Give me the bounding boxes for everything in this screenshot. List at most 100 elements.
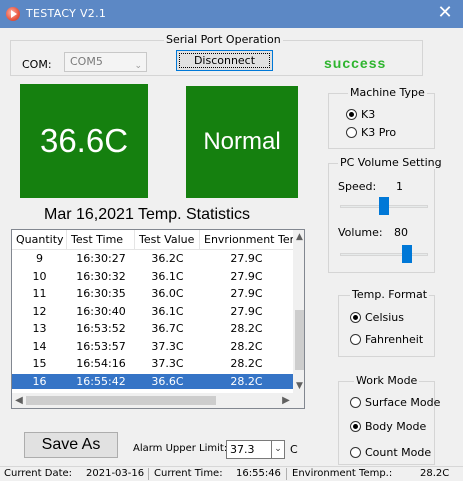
machine-type-group xyxy=(328,93,435,149)
radio-celsius-label: Celsius xyxy=(365,311,404,324)
vertical-scroll-thumb[interactable] xyxy=(295,310,304,370)
column-header-environment-temp[interactable]: Envrionment Ten xyxy=(200,230,293,250)
vertical-scrollbar[interactable]: ▲ ▼ xyxy=(293,230,304,393)
status-separator xyxy=(148,468,149,480)
radio-fahrenheit[interactable]: Fahrenheit xyxy=(350,333,423,346)
statistics-table[interactable]: Quantity Test Time Test Value Envrionmen… xyxy=(11,229,305,409)
table-row[interactable]: 16 16:55:42 36.6C 28.2C xyxy=(12,373,294,389)
volume-slider[interactable] xyxy=(340,245,428,263)
table-cell: 27.9C xyxy=(230,287,263,300)
radio-k3-pro[interactable]: K3 Pro xyxy=(346,126,396,139)
disconnect-button[interactable]: Disconnect xyxy=(176,50,273,71)
current-time-value: 16:55:46 xyxy=(236,468,281,479)
table-cell: 27.9C xyxy=(230,304,263,318)
radio-count-mode[interactable]: Count Mode xyxy=(350,446,431,459)
horizontal-scroll-thumb[interactable] xyxy=(26,396,216,405)
table-row[interactable]: 15 16:54:16 37.3C 28.2C xyxy=(12,356,294,371)
table-cell: 37.3C xyxy=(151,339,184,353)
save-as-button[interactable]: Save As xyxy=(24,432,118,458)
table-row[interactable]: 14 16:53:57 37.3C 28.2C xyxy=(12,339,294,354)
table-cell: 16:30:32 xyxy=(76,269,126,283)
volume-label: Volume: xyxy=(338,226,383,239)
work-mode-title: Work Mode xyxy=(354,374,420,387)
alarm-unit-label: C xyxy=(290,443,298,456)
speed-value: 1 xyxy=(396,180,403,193)
table-cell: 36.0C xyxy=(151,287,184,300)
table-cell: 16:53:52 xyxy=(76,322,126,335)
radio-celsius-indicator xyxy=(350,312,361,323)
table-cell: 16:30:35 xyxy=(76,287,126,300)
environment-temp-value: 28.2C xyxy=(420,468,450,479)
table-cell: 16 xyxy=(32,374,47,388)
scroll-up-icon[interactable]: ▲ xyxy=(293,230,304,244)
table-cell: 28.2C xyxy=(230,339,263,353)
close-icon[interactable]: ✕ xyxy=(435,3,455,23)
alarm-upper-limit-label: Alarm Upper Limit: xyxy=(133,443,228,454)
scrollbar-corner xyxy=(293,393,304,408)
column-header-test-value[interactable]: Test Value xyxy=(135,230,200,250)
current-date-value: 2021-03-16 xyxy=(86,468,145,479)
table-cell: 12 xyxy=(32,304,47,318)
volume-value: 80 xyxy=(394,226,408,239)
com-select-value: COM5 xyxy=(70,55,103,68)
radio-k3-pro-label: K3 Pro xyxy=(361,126,397,139)
volume-slider-track xyxy=(340,253,428,256)
temperature-display: 36.6C xyxy=(20,84,148,198)
window-title: TESTACY V2.1 xyxy=(26,7,107,20)
com-label: COM: xyxy=(22,58,52,71)
table-cell: 36.2C xyxy=(151,252,184,265)
alarm-dropdown-chevron-icon[interactable]: ⌄ xyxy=(272,440,285,459)
temp-format-group xyxy=(338,295,435,357)
scroll-left-icon[interactable]: ◀ xyxy=(12,393,26,408)
condition-display: Normal xyxy=(186,86,298,198)
volume-group-title: PC Volume Setting xyxy=(338,156,444,169)
table-row[interactable]: 11 16:30:35 36.0C 27.9C xyxy=(12,286,294,301)
table-cell: 16:30:27 xyxy=(76,252,126,265)
table-cell: 16:30:40 xyxy=(76,304,126,318)
speed-slider-thumb[interactable] xyxy=(379,197,389,215)
scroll-down-icon[interactable]: ▼ xyxy=(293,379,304,393)
com-select[interactable]: COM5 ⌄ xyxy=(64,52,147,72)
app-icon xyxy=(6,7,20,21)
radio-k3[interactable]: K3 xyxy=(346,108,375,121)
condition-value: Normal xyxy=(203,128,281,155)
machine-type-title: Machine Type xyxy=(348,86,427,99)
table-cell: 16:53:57 xyxy=(76,339,126,353)
radio-k3-label: K3 xyxy=(361,108,376,121)
horizontal-scrollbar[interactable]: ◀ ▶ xyxy=(12,393,293,408)
status-separator xyxy=(286,468,287,480)
table-cell: 37.3C xyxy=(151,357,184,370)
table-cell: 16:54:16 xyxy=(76,357,126,370)
table-row[interactable]: 12 16:30:40 36.1C 27.9C xyxy=(12,304,294,319)
table-cell: 28.2C xyxy=(230,322,263,335)
table-cell: 28.2C xyxy=(230,374,263,388)
volume-slider-thumb[interactable] xyxy=(402,245,412,263)
speed-slider[interactable] xyxy=(340,197,428,215)
alarm-upper-limit-input[interactable]: 37.3 xyxy=(226,440,272,459)
serial-port-group-title: Serial Port Operation xyxy=(164,33,283,46)
scroll-right-icon[interactable]: ▶ xyxy=(279,393,293,408)
statistics-title: Mar 16,2021 Temp. Statistics xyxy=(44,206,251,223)
table-cell: 36.7C xyxy=(151,322,184,335)
radio-k3-pro-indicator xyxy=(346,127,357,138)
radio-body-mode[interactable]: Body Mode xyxy=(350,420,426,433)
temperature-value: 36.6C xyxy=(39,122,129,159)
radio-body-mode-label: Body Mode xyxy=(365,420,427,433)
radio-fahrenheit-label: Fahrenheit xyxy=(365,333,424,346)
radio-surface-mode-indicator xyxy=(350,397,361,408)
column-header-test-time[interactable]: Test Time xyxy=(67,230,135,250)
table-row[interactable]: 10 16:30:32 36.1C 27.9C xyxy=(12,269,294,284)
table-row[interactable]: 13 16:53:52 36.7C 28.2C xyxy=(12,321,294,336)
table-cell: 16:55:42 xyxy=(76,374,126,388)
status-bar: Current Date: 2021-03-16 Current Time: 1… xyxy=(0,466,463,481)
table-cell: 36.6C xyxy=(151,374,184,388)
table-cell: 36.1C xyxy=(151,304,184,318)
radio-fahrenheit-indicator xyxy=(350,334,361,345)
radio-surface-mode[interactable]: Surface Mode xyxy=(350,396,440,409)
radio-celsius[interactable]: Celsius xyxy=(350,311,404,324)
radio-count-mode-indicator xyxy=(350,447,361,458)
column-header-quantity[interactable]: Quantity xyxy=(12,230,67,250)
table-cell: 15 xyxy=(32,357,47,370)
table-row[interactable]: 9 16:30:27 36.2C 27.9C xyxy=(12,251,294,266)
current-time-label: Current Time: xyxy=(154,468,223,479)
